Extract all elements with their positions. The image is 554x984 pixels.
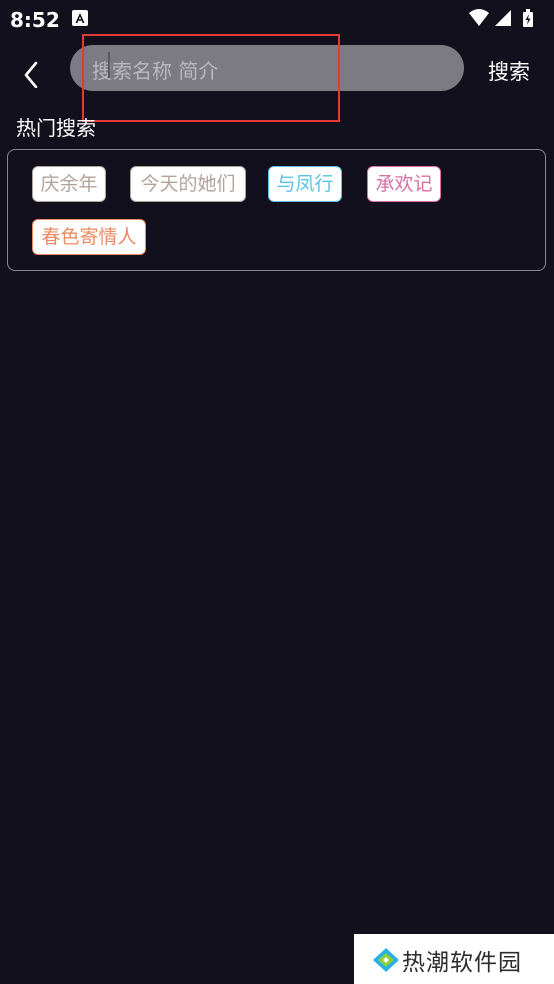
wifi-icon	[469, 9, 489, 26]
hot-tag[interactable]: 春色寄情人	[32, 219, 146, 255]
hot-tag[interactable]: 今天的她们	[130, 166, 246, 202]
app-notification-icon	[72, 10, 88, 26]
search-input[interactable]: 搜索名称 简介	[70, 45, 464, 91]
status-bar: 8:52	[0, 0, 554, 38]
hot-tag[interactable]: 承欢记	[367, 166, 441, 202]
hot-search-title: 热门搜索	[16, 116, 96, 140]
chevron-left-icon	[24, 61, 38, 89]
hot-tag[interactable]: 与凤行	[268, 166, 342, 202]
site-logo-icon	[373, 948, 399, 972]
back-button[interactable]	[14, 48, 50, 89]
battery-icon	[523, 9, 533, 27]
watermark: 热潮软件园	[354, 934, 554, 984]
status-time: 8:52	[10, 8, 60, 32]
search-button[interactable]: 搜索	[488, 56, 530, 86]
search-toolbar: 搜索名称 简介 搜索	[0, 40, 554, 96]
signal-icon	[495, 10, 511, 26]
system-icons	[468, 8, 542, 30]
watermark-text: 热潮软件园	[402, 950, 522, 976]
text-cursor	[108, 52, 110, 78]
hot-tag[interactable]: 庆余年	[32, 166, 106, 202]
search-placeholder: 搜索名称 简介	[92, 59, 219, 83]
hot-search-panel: 庆余年 今天的她们 与凤行 承欢记 春色寄情人	[7, 149, 546, 271]
